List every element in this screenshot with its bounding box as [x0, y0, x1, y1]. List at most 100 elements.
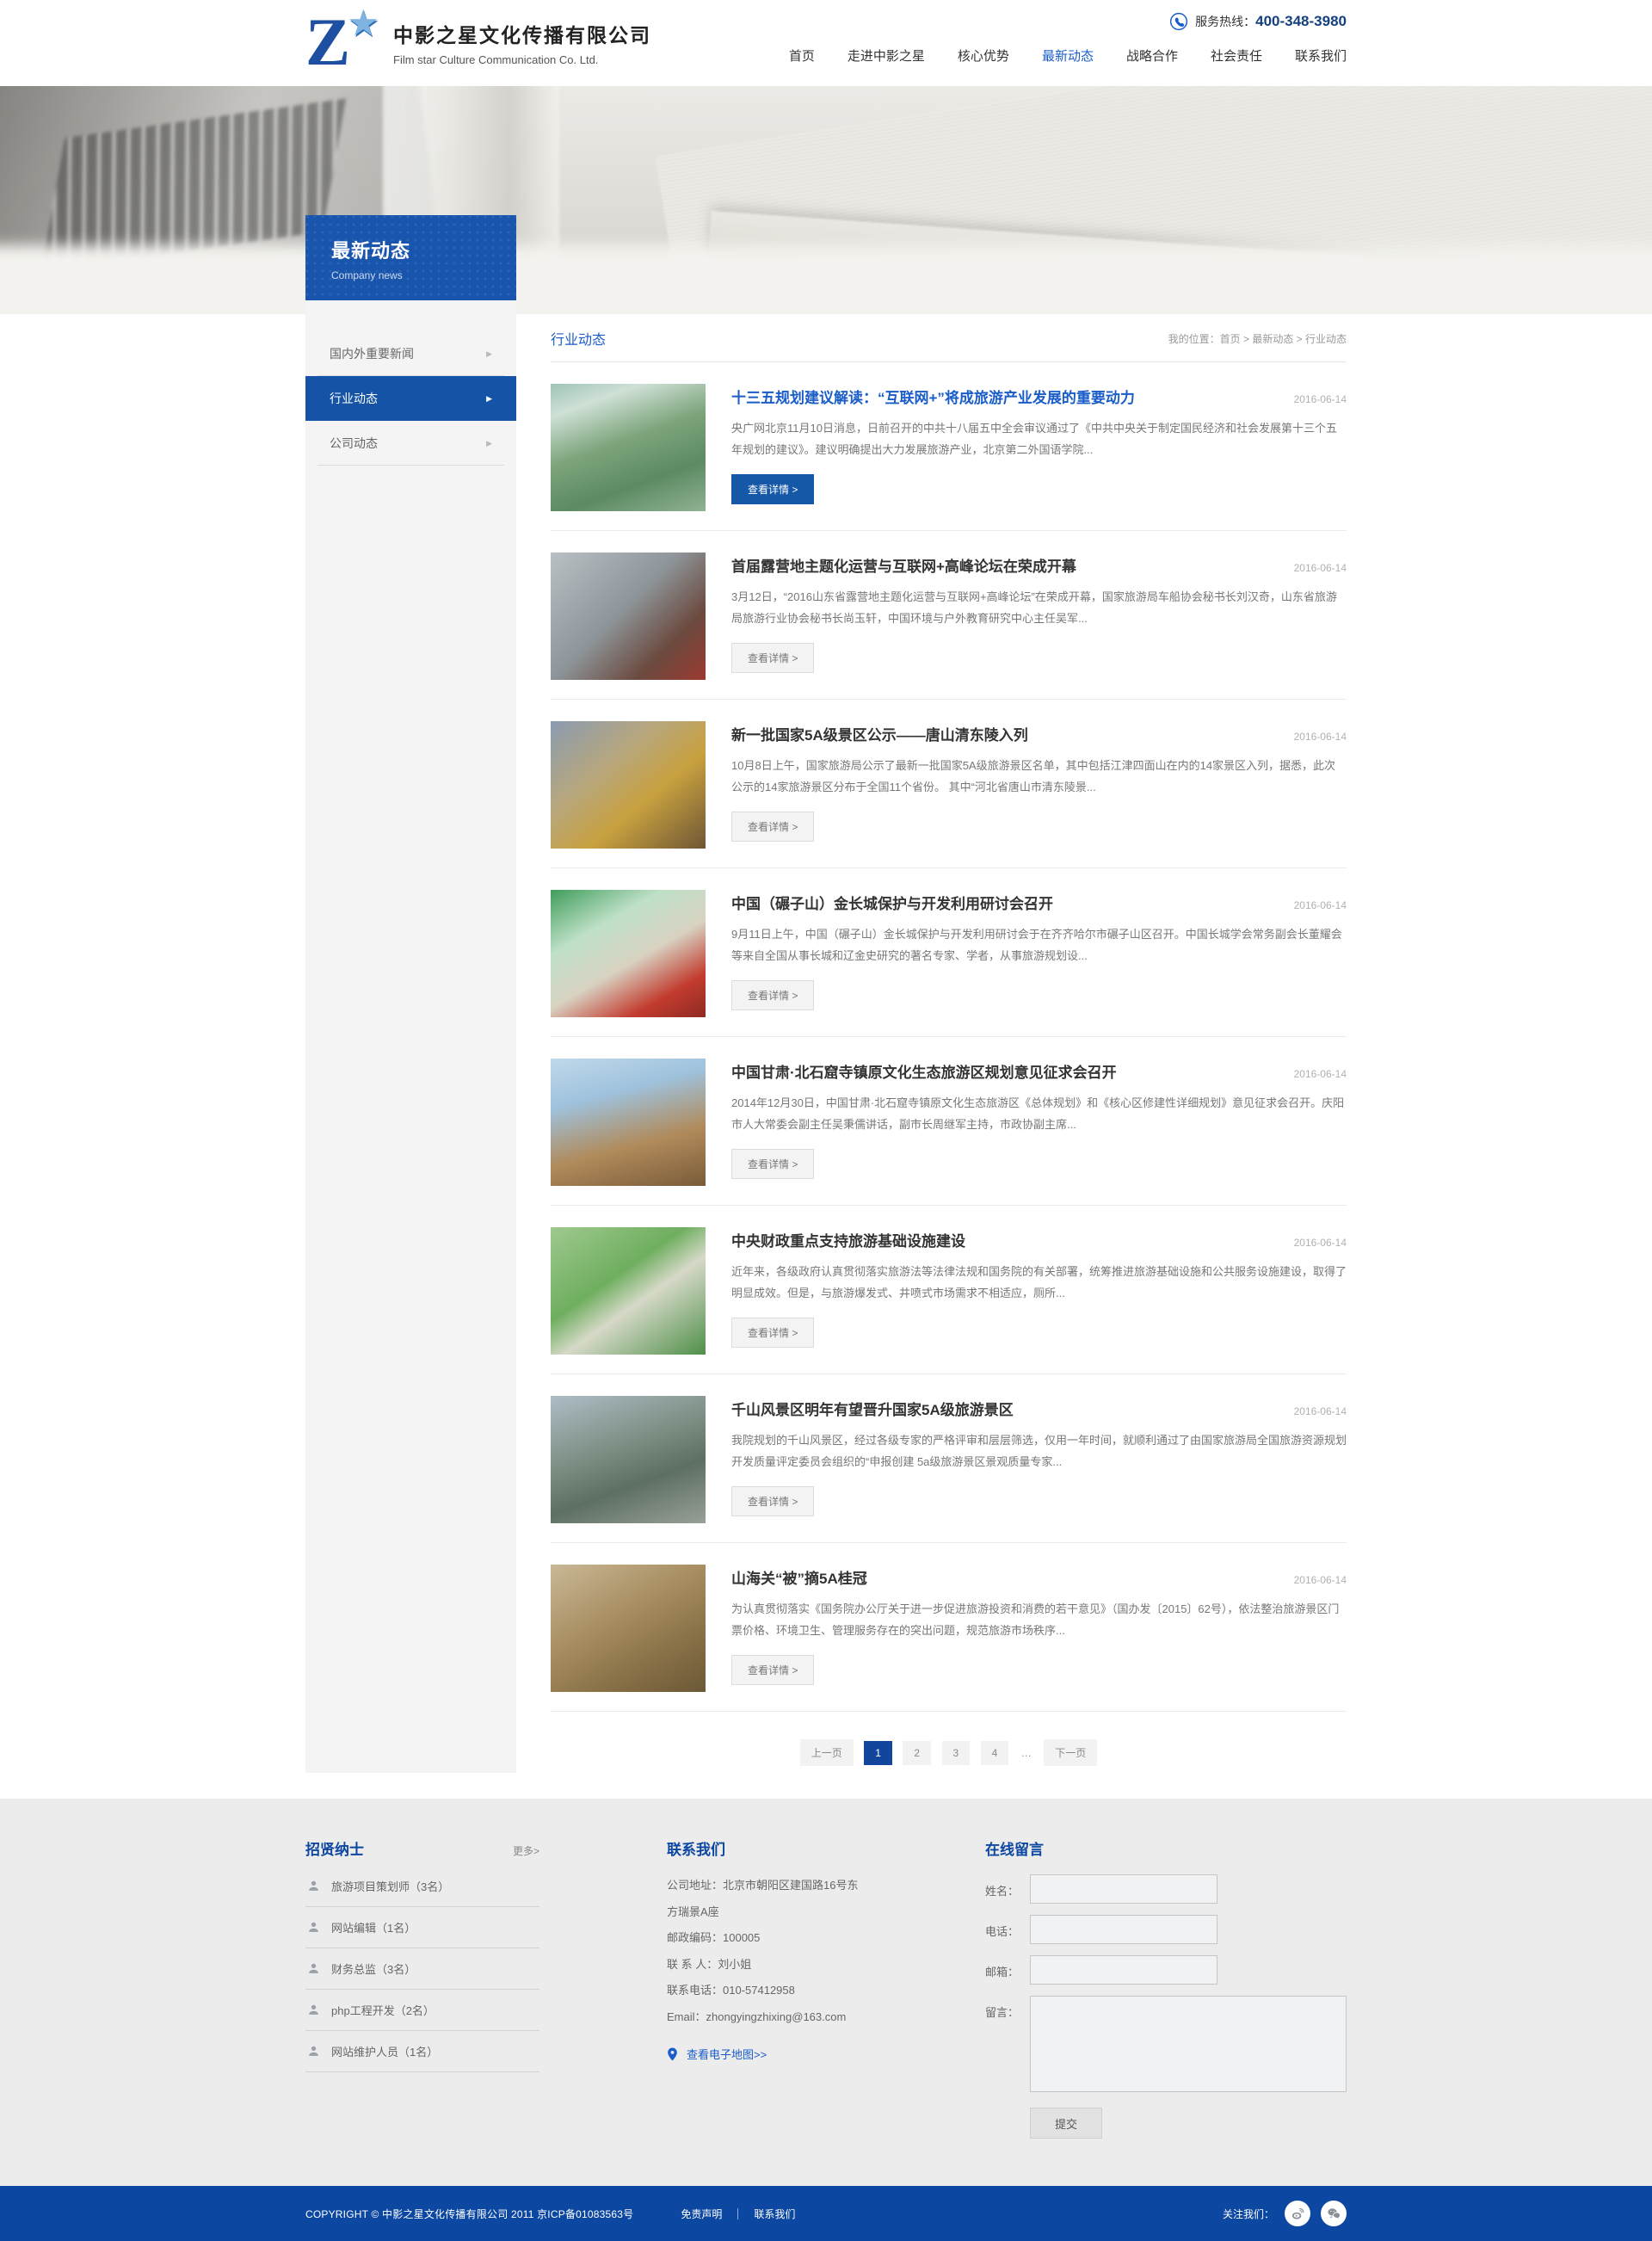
- message-form: 姓名： 电话： 邮箱： 留言： 提交: [985, 1874, 1347, 2139]
- contact-us-link[interactable]: 联系我们: [754, 2207, 795, 2221]
- pagination: 上一页 1 2 3 4 … 下一页: [551, 1712, 1347, 1773]
- news-thumbnail[interactable]: [551, 1227, 706, 1355]
- sidebar-item-industry-news[interactable]: 行业动态 ▶: [305, 376, 516, 421]
- logo-mark-icon: Z ★: [305, 9, 381, 76]
- breadcrumb[interactable]: 我的位置：首页 > 最新动态 > 行业动态: [1168, 331, 1347, 346]
- sidebar-item-label: 行业动态: [330, 390, 378, 407]
- view-detail-button[interactable]: 查看详情 >: [731, 1149, 814, 1179]
- sidebar-body: 国内外重要新闻 ▶ 行业动态 ▶ 公司动态 ▶: [305, 300, 516, 1773]
- job-list-item[interactable]: 网站维护人员（1名）: [305, 2031, 539, 2072]
- news-thumbnail[interactable]: [551, 1059, 706, 1186]
- news-summary: 2014年12月30日，中国甘肃·北石窟寺镇原文化生态旅游区《总体规划》和《核心…: [731, 1093, 1347, 1135]
- job-label: 网站维护人员（1名）: [331, 2043, 438, 2059]
- view-detail-button[interactable]: 查看详情 >: [731, 1655, 814, 1685]
- job-list: 旅游项目策划师（3名） 网站编辑（1名） 财务总监（3名） php工程开发（2名…: [305, 1866, 539, 2072]
- job-list-item[interactable]: 旅游项目策划师（3名）: [305, 1866, 539, 1907]
- contact-address-line1: 公司地址：北京市朝阳区建国路16号东: [667, 1873, 925, 1899]
- hotline-label: 服务热线：: [1195, 13, 1255, 30]
- news-thumbnail[interactable]: [551, 1565, 706, 1692]
- news-thumbnail[interactable]: [551, 384, 706, 511]
- contact-email: Email：zhongyingzhixing@163.com: [667, 2004, 925, 2031]
- news-date: 2016-06-14: [1294, 899, 1347, 911]
- news-summary: 3月12日，“2016山东省露营地主题化运营与互联网+高峰论坛”在荣成开幕，国家…: [731, 587, 1347, 629]
- sidebar-item-label: 国内外重要新闻: [330, 345, 414, 362]
- news-title[interactable]: 首届露营地主题化运营与互联网+高峰论坛在荣成开幕: [731, 554, 1076, 576]
- weibo-icon[interactable]: [1285, 2201, 1310, 2226]
- job-label: 网站编辑（1名）: [331, 1919, 416, 1935]
- news-title[interactable]: 千山风景区明年有望晋升国家5A级旅游景区: [731, 1398, 1014, 1419]
- news-summary: 9月11日上午，中国（碾子山）金长城保护与开发利用研讨会于在齐齐哈尔市碾子山区召…: [731, 924, 1347, 966]
- job-list-item[interactable]: 财务总监（3名）: [305, 1948, 539, 1990]
- news-thumbnail[interactable]: [551, 890, 706, 1017]
- nav-item-news[interactable]: 最新动态: [1042, 46, 1094, 70]
- map-link[interactable]: 查看电子地图>>: [667, 2046, 925, 2062]
- nav-item-home[interactable]: 首页: [789, 46, 815, 70]
- email-label: 邮箱：: [985, 1955, 1030, 1985]
- submit-button[interactable]: 提交: [1030, 2108, 1102, 2139]
- company-logo[interactable]: Z ★ 中影之星文化传播有限公司 Film star Culture Commu…: [305, 9, 651, 76]
- news-item: 中国（碾子山）金长城保护与开发利用研讨会召开 2016-06-14 9月11日上…: [551, 868, 1347, 1037]
- main-content: 行业动态 我的位置：首页 > 最新动态 > 行业动态 十三五规划建议解读：“互联…: [551, 314, 1347, 1773]
- news-date: 2016-06-14: [1294, 562, 1347, 574]
- page-title: 行业动态: [551, 328, 606, 349]
- pagination-prev-button[interactable]: 上一页: [800, 1739, 854, 1766]
- news-thumbnail[interactable]: [551, 721, 706, 849]
- job-list-item[interactable]: 网站编辑（1名）: [305, 1907, 539, 1948]
- nav-item-about[interactable]: 走进中影之星: [848, 46, 925, 70]
- news-date: 2016-06-14: [1294, 1405, 1347, 1417]
- view-detail-button[interactable]: 查看详情 >: [731, 643, 814, 673]
- contact-person: 联 系 人：刘小姐: [667, 1952, 925, 1979]
- news-title[interactable]: 新一批国家5A级景区公示——唐山清东陵入列: [731, 723, 1028, 744]
- sidebar-item-company-news[interactable]: 公司动态 ▶: [305, 421, 516, 466]
- sidebar-subtitle: Company news: [331, 269, 490, 281]
- view-detail-button[interactable]: 查看详情 >: [731, 812, 814, 842]
- jobs-more-link[interactable]: 更多>: [513, 1843, 539, 1858]
- hero-banner: [0, 86, 1652, 314]
- nav-item-contact[interactable]: 联系我们: [1295, 46, 1347, 70]
- name-field[interactable]: [1030, 1874, 1217, 1904]
- pagination-page-3[interactable]: 3: [942, 1741, 971, 1765]
- person-icon: [307, 2045, 320, 2058]
- view-detail-button[interactable]: 查看详情 >: [731, 1318, 814, 1348]
- news-thumbnail[interactable]: [551, 553, 706, 680]
- view-detail-button[interactable]: 查看详情 >: [731, 980, 814, 1010]
- news-title[interactable]: 十三五规划建议解读：“互联网+”将成旅游产业发展的重要动力: [731, 386, 1135, 407]
- phone-field[interactable]: [1030, 1915, 1217, 1944]
- news-title[interactable]: 山海关“被”摘5A桂冠: [731, 1566, 867, 1588]
- news-summary: 央广网北京11月10日消息，日前召开的中共十八届五中全会审议通过了《中共中央关于…: [731, 418, 1347, 460]
- news-title[interactable]: 中国甘肃·北石窟寺镇原文化生态旅游区规划意见征求会召开: [731, 1060, 1117, 1082]
- news-title[interactable]: 中国（碾子山）金长城保护与开发利用研讨会召开: [731, 892, 1053, 913]
- disclaimer-link[interactable]: 免责声明: [681, 2207, 722, 2221]
- pagination-page-2[interactable]: 2: [903, 1741, 931, 1765]
- pagination-next-button[interactable]: 下一页: [1044, 1739, 1097, 1766]
- view-detail-button[interactable]: 查看详情 >: [731, 1486, 814, 1516]
- news-item: 十三五规划建议解读：“互联网+”将成旅游产业发展的重要动力 2016-06-14…: [551, 362, 1347, 531]
- view-detail-button[interactable]: 查看详情 >: [731, 474, 814, 504]
- news-thumbnail[interactable]: [551, 1396, 706, 1523]
- nav-item-advantage[interactable]: 核心优势: [958, 46, 1009, 70]
- nav-item-cooperation[interactable]: 战略合作: [1126, 46, 1178, 70]
- company-name-en: Film star Culture Communication Co. Ltd.: [393, 53, 651, 66]
- news-date: 2016-06-14: [1294, 1237, 1347, 1249]
- news-summary: 10月8日上午，国家旅游局公示了最新一批国家5A级旅游景区名单，其中包括江津四面…: [731, 756, 1347, 798]
- nav-item-responsibility[interactable]: 社会责任: [1211, 46, 1262, 70]
- job-list-item[interactable]: php工程开发（2名）: [305, 1990, 539, 2031]
- news-title[interactable]: 中央财政重点支持旅游基础设施建设: [731, 1229, 965, 1250]
- message-field[interactable]: [1030, 1996, 1347, 2092]
- breadcrumb-row: 行业动态 我的位置：首页 > 最新动态 > 行业动态: [551, 314, 1347, 362]
- job-label: 旅游项目策划师（3名）: [331, 1878, 449, 1894]
- sidebar-item-label: 公司动态: [330, 435, 378, 452]
- email-field[interactable]: [1030, 1955, 1217, 1985]
- bottom-bar: COPYRIGHT © 中影之星文化传播有限公司 2011 京ICP备01083…: [0, 2186, 1652, 2241]
- contact-section-title: 联系我们: [667, 1837, 725, 1859]
- follow-us-label: 关注我们：: [1223, 2207, 1274, 2221]
- person-icon: [307, 1962, 320, 1975]
- pagination-page-4[interactable]: 4: [981, 1741, 1009, 1765]
- contact-phone: 联系电话：010-57412958: [667, 1978, 925, 2004]
- news-summary: 近年来，各级政府认真贯彻落实旅游法等法律法规和国务院的有关部署，统筹推进旅游基础…: [731, 1262, 1347, 1304]
- divider: [737, 2208, 738, 2219]
- sidebar-item-domestic-news[interactable]: 国内外重要新闻 ▶: [305, 331, 516, 376]
- wechat-icon[interactable]: [1321, 2201, 1347, 2226]
- pagination-page-1[interactable]: 1: [864, 1741, 892, 1765]
- contact-info: 公司地址：北京市朝阳区建国路16号东 方瑞景A座 邮政编码：100005 联 系…: [667, 1873, 925, 2030]
